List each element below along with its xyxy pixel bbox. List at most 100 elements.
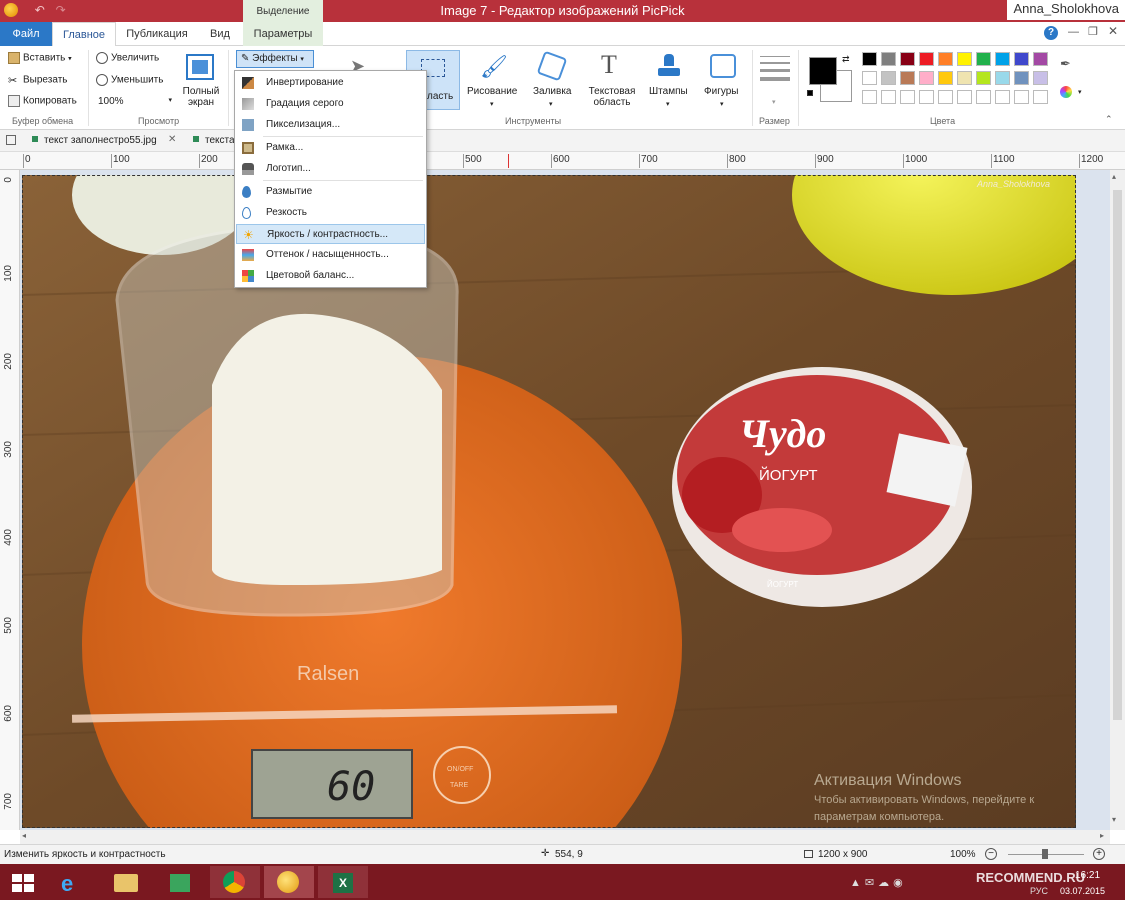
- explorer-button[interactable]: [100, 866, 150, 898]
- start-button[interactable]: [0, 866, 50, 898]
- menu-item-brightness-contrast[interactable]: ☀ Яркость / контрастность...: [236, 224, 425, 244]
- color-swatch[interactable]: [900, 52, 915, 66]
- drawing-button[interactable]: Рисование: [467, 86, 517, 97]
- paste-button[interactable]: Вставить ▾: [8, 52, 72, 64]
- shapes-icon[interactable]: [710, 54, 736, 78]
- menu-item-invert[interactable]: Инвертирование: [236, 73, 425, 93]
- menu-item-frame[interactable]: Рамка...: [236, 138, 425, 158]
- scroll-right-icon[interactable]: ▸: [1100, 831, 1104, 840]
- color-swatch[interactable]: [862, 71, 877, 85]
- brush-icon[interactable]: 🖌: [480, 54, 508, 80]
- custom-color-swatch[interactable]: [976, 90, 991, 104]
- menu-item-blur[interactable]: Размытие: [236, 182, 425, 202]
- color-swatch[interactable]: [976, 52, 991, 66]
- help-icon[interactable]: ?: [1044, 26, 1058, 40]
- scroll-down-icon[interactable]: ▾: [1112, 815, 1116, 824]
- zoom-in-icon[interactable]: +: [1093, 848, 1105, 860]
- ie-button[interactable]: e: [48, 866, 98, 898]
- color-swatch[interactable]: [900, 71, 915, 85]
- restore-icon[interactable]: ❐: [1088, 25, 1098, 38]
- excel-button[interactable]: X: [318, 866, 368, 898]
- color-swatch[interactable]: [881, 71, 896, 85]
- scroll-left-icon[interactable]: ◂: [22, 831, 26, 840]
- language-indicator[interactable]: РУС: [1030, 886, 1048, 896]
- tray-icons[interactable]: ▲✉☁◉: [850, 876, 907, 889]
- tab-view[interactable]: Вид: [198, 22, 242, 46]
- menu-item-pixelate[interactable]: Пикселизация...: [236, 115, 425, 135]
- tab-params[interactable]: Параметры: [243, 22, 323, 46]
- reset-colors-icon[interactable]: [807, 90, 813, 96]
- clock-time[interactable]: 16:21: [1075, 870, 1100, 881]
- primary-color[interactable]: [809, 57, 837, 85]
- menu-item-logo[interactable]: Логотип...: [236, 159, 425, 179]
- custom-color-swatch[interactable]: [919, 90, 934, 104]
- color-swatch[interactable]: [957, 52, 972, 66]
- color-swatch[interactable]: [938, 52, 953, 66]
- menu-item-color-balance[interactable]: Цветовой баланс...: [236, 266, 425, 286]
- fill-bucket-icon[interactable]: [536, 50, 568, 82]
- color-swatch[interactable]: [995, 52, 1010, 66]
- tab-file[interactable]: Файл: [0, 22, 52, 46]
- close-icon[interactable]: ✕: [1108, 24, 1118, 38]
- cut-button[interactable]: ✂ Вырезать: [8, 74, 67, 87]
- copy-button[interactable]: Копировать: [8, 95, 77, 107]
- color-picker-icon[interactable]: ✒: [1060, 56, 1071, 72]
- menu-item-grayscale[interactable]: Градация серого: [236, 94, 425, 114]
- color-wheel-icon[interactable]: [1060, 86, 1072, 98]
- color-swatch[interactable]: [881, 52, 896, 66]
- zoom-out-button[interactable]: Уменьшить: [96, 74, 163, 86]
- tabs-grid-icon[interactable]: [6, 135, 16, 145]
- custom-color-swatch[interactable]: [938, 90, 953, 104]
- zoom-slider-thumb[interactable]: [1042, 849, 1048, 859]
- menu-item-hue-saturation[interactable]: Оттенок / насыщенность...: [236, 245, 425, 265]
- menu-item-sharpen[interactable]: Резкость: [236, 203, 425, 223]
- stamps-button[interactable]: Штампы: [649, 86, 688, 97]
- color-swatch[interactable]: [919, 52, 934, 66]
- horizontal-scrollbar[interactable]: ◂ ▸: [20, 830, 1110, 844]
- color-swatch[interactable]: [919, 71, 934, 85]
- color-swatch[interactable]: [1033, 52, 1048, 66]
- zoom-select[interactable]: 100% ▾: [98, 96, 174, 107]
- user-name[interactable]: Anna_Sholokhova: [1007, 0, 1125, 20]
- custom-color-swatch[interactable]: [1014, 90, 1029, 104]
- custom-color-swatch[interactable]: [995, 90, 1010, 104]
- shapes-button[interactable]: Фигуры: [704, 86, 738, 97]
- text-area-button[interactable]: Текстовая область: [588, 86, 636, 108]
- tab-publish[interactable]: Публикация: [120, 22, 194, 46]
- photo[interactable]: Ralsen 60 ON/OFF TARE Чудо ЙОГУРТ ЙОГУРТ…: [22, 175, 1076, 828]
- doc-tab-1[interactable]: текст заполнестро55.jpg: [44, 135, 157, 146]
- vertical-scrollbar[interactable]: ▴ ▾: [1110, 170, 1125, 830]
- color-swatch[interactable]: [1014, 71, 1029, 85]
- image-canvas[interactable]: Ralsen 60 ON/OFF TARE Чудо ЙОГУРТ ЙОГУРТ…: [20, 170, 1110, 830]
- color-swatch[interactable]: [1014, 52, 1029, 66]
- zoom-out-icon[interactable]: −: [985, 848, 997, 860]
- custom-color-swatch[interactable]: [957, 90, 972, 104]
- minimize-ribbon-icon[interactable]: —: [1068, 26, 1079, 38]
- fill-button[interactable]: Заливка: [533, 86, 572, 97]
- stamp-icon[interactable]: [658, 54, 680, 80]
- color-swatch[interactable]: [957, 71, 972, 85]
- text-tool-icon[interactable]: T: [601, 50, 617, 80]
- color-swatch[interactable]: [938, 71, 953, 85]
- line-size-icon[interactable]: [760, 56, 790, 81]
- doc-tab-2[interactable]: текста: [205, 135, 235, 146]
- custom-color-swatch[interactable]: [881, 90, 896, 104]
- custom-color-swatch[interactable]: [900, 90, 915, 104]
- store-button[interactable]: [154, 866, 204, 898]
- close-tab-icon[interactable]: ✕: [168, 134, 176, 145]
- picpick-button[interactable]: [264, 866, 314, 898]
- clock-date[interactable]: 03.07.2015: [1060, 886, 1105, 896]
- vertical-scroll-thumb[interactable]: [1113, 190, 1122, 720]
- collapse-ribbon-icon[interactable]: ⌃: [1105, 114, 1113, 125]
- custom-color-swatch[interactable]: [862, 90, 877, 104]
- swap-colors-icon[interactable]: ⇄: [842, 54, 850, 65]
- custom-color-swatch[interactable]: [1033, 90, 1048, 104]
- tab-home[interactable]: Главное: [52, 22, 116, 47]
- fullscreen-icon[interactable]: [186, 54, 214, 80]
- scroll-up-icon[interactable]: ▴: [1112, 172, 1116, 181]
- color-swatch[interactable]: [862, 52, 877, 66]
- zoom-in-button[interactable]: Увеличить: [96, 52, 159, 64]
- color-swatch[interactable]: [1033, 71, 1048, 85]
- effects-button[interactable]: ✎ Эффекты ▾: [236, 50, 314, 68]
- fullscreen-button[interactable]: Полный экран: [180, 86, 222, 108]
